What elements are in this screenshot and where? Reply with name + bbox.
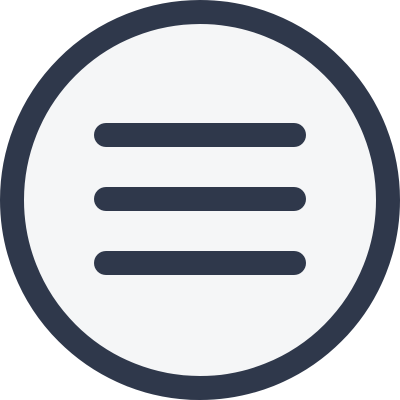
menu-button[interactable] [0,0,400,400]
hamburger-menu-icon [0,0,400,400]
icon-canvas [0,0,400,400]
